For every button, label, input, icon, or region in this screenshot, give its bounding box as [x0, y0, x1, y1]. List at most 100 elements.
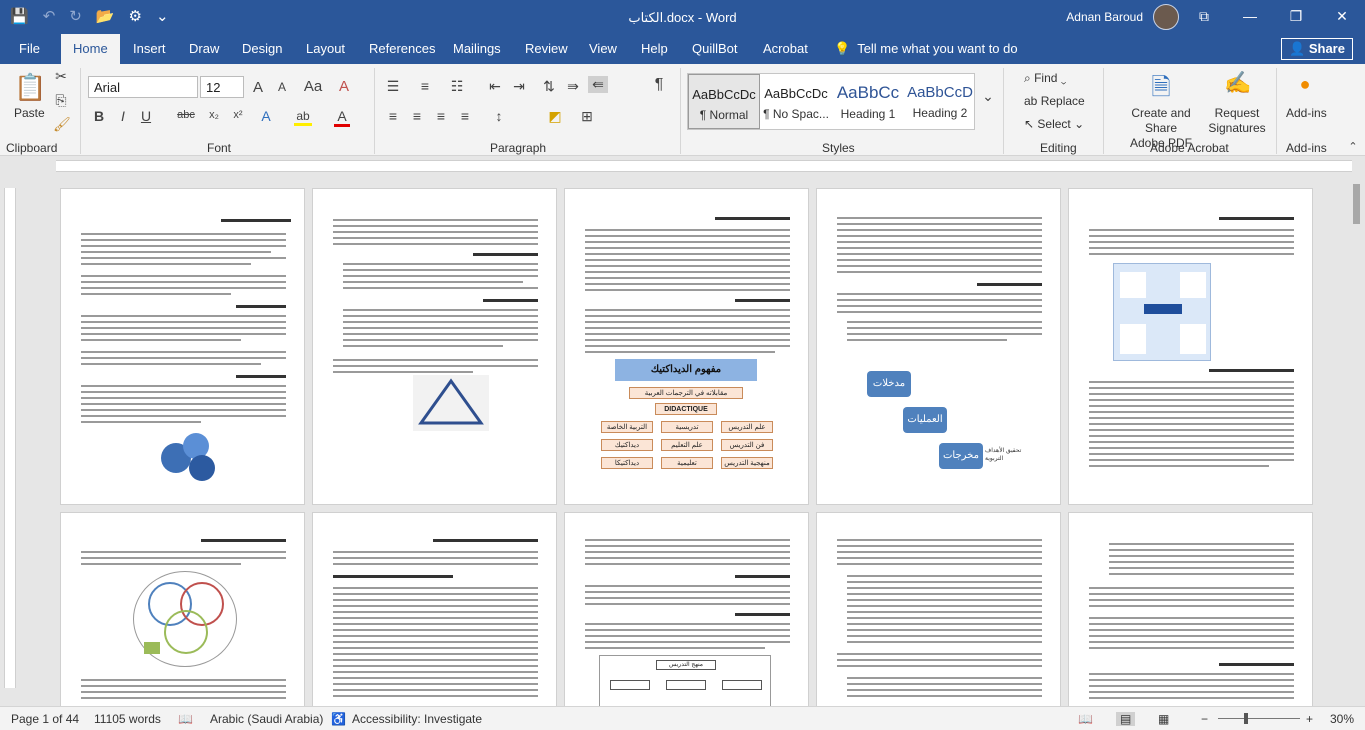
styles-more-icon[interactable]: ⌄ — [980, 88, 996, 105]
tab-home[interactable]: Home — [61, 34, 120, 64]
italic-button[interactable]: I — [116, 108, 130, 124]
style-no-spacing[interactable]: AaBbCcDc ¶ No Spac... — [760, 74, 832, 129]
tab-help[interactable]: Help — [641, 41, 668, 56]
page-7[interactable] — [816, 512, 1061, 706]
page-3[interactable]: مفهوم الديداكتيك مقابلاته في الترجمات ال… — [564, 188, 809, 505]
add-ins-button[interactable]: Add-ins — [1286, 106, 1327, 120]
tab-quillbot[interactable]: QuillBot — [692, 41, 738, 56]
restore-button[interactable]: ❐ — [1273, 0, 1319, 34]
find-button[interactable]: ⌕ Find ⌄ — [1024, 71, 1066, 86]
justify-icon[interactable]: ≡ — [456, 108, 474, 124]
read-mode-icon[interactable]: 📖 — [1078, 712, 1093, 726]
subscript-button[interactable]: x₂ — [205, 109, 223, 121]
word-count[interactable]: 11105 words — [94, 712, 161, 726]
zoom-level[interactable]: 30% — [1330, 712, 1354, 726]
vertical-ruler[interactable] — [0, 176, 18, 706]
show-formatting-icon[interactable]: ¶ — [650, 76, 668, 94]
shading-icon[interactable]: ◩ — [546, 108, 564, 125]
share-button[interactable]: 👤 Share — [1281, 38, 1353, 60]
decrease-indent-icon[interactable]: ⇤ — [486, 78, 504, 95]
tab-mailings[interactable]: Mailings — [453, 41, 501, 56]
format-painter-icon[interactable]: 🖌 — [53, 116, 71, 133]
close-button[interactable]: ✕ — [1319, 0, 1365, 34]
tab-references[interactable]: References — [369, 41, 435, 56]
numbering-icon[interactable]: ≡ — [416, 78, 434, 94]
page-9[interactable] — [312, 512, 557, 706]
rtl-icon[interactable]: ⇚ — [588, 76, 608, 93]
multilevel-list-icon[interactable]: ☷ — [448, 78, 466, 95]
sort-icon[interactable]: ⇅ — [540, 78, 558, 95]
highlight-button[interactable]: ab — [294, 109, 312, 126]
align-left-icon[interactable]: ≡ — [384, 108, 402, 124]
language-status[interactable]: Arabic (Saudi Arabia) — [210, 712, 323, 726]
align-right-icon[interactable]: ≡ — [432, 108, 450, 124]
font-size-box[interactable]: 12 — [200, 76, 244, 98]
style-heading-1[interactable]: AaBbCc Heading 1 — [832, 74, 904, 129]
tab-acrobat[interactable]: Acrobat — [763, 41, 808, 56]
ltr-icon[interactable]: ⇛ — [564, 78, 582, 95]
tab-file[interactable]: File — [19, 41, 40, 56]
minimize-button[interactable]: — — [1227, 0, 1273, 34]
print-layout-icon[interactable]: ▤ — [1116, 712, 1136, 726]
tab-draw[interactable]: Draw — [189, 41, 219, 56]
superscript-button[interactable]: x² — [229, 109, 247, 121]
triangle-diagram — [413, 375, 489, 431]
create-pdf-icon[interactable]: 🗎 — [1148, 70, 1174, 111]
grow-font-icon[interactable]: A — [250, 79, 266, 96]
vertical-scrollbar[interactable] — [1347, 176, 1365, 706]
page-5[interactable] — [60, 188, 305, 505]
bold-button[interactable]: B — [92, 108, 106, 124]
scrollbar-thumb[interactable] — [1353, 184, 1360, 224]
page-6[interactable] — [1068, 512, 1313, 706]
font-color-button[interactable]: A — [334, 108, 350, 127]
font-name-box[interactable]: Arial — [88, 76, 198, 98]
proofing-icon[interactable]: 📖 — [178, 712, 193, 726]
align-center-icon[interactable]: ≡ — [408, 108, 426, 124]
line-spacing-icon[interactable]: ↕ — [490, 108, 508, 124]
underline-button[interactable]: U — [139, 108, 153, 124]
zoom-in-icon[interactable]: + — [1306, 712, 1313, 726]
tab-review[interactable]: Review — [525, 41, 568, 56]
borders-icon[interactable]: ⊞ — [578, 108, 596, 125]
avatar[interactable] — [1153, 4, 1179, 30]
select-button[interactable]: ↖ Select ⌄ — [1024, 117, 1084, 131]
change-case-icon[interactable]: Aa — [302, 78, 324, 95]
zoom-slider[interactable] — [1218, 718, 1300, 719]
user-name[interactable]: Adnan Baroud — [1066, 10, 1143, 24]
tab-layout[interactable]: Layout — [306, 41, 345, 56]
page-1[interactable] — [1068, 188, 1313, 505]
tab-design[interactable]: Design — [242, 41, 282, 56]
collapse-ribbon-icon[interactable]: ⌃ — [1346, 140, 1360, 153]
clear-formatting-icon[interactable]: A — [336, 78, 352, 95]
page-8[interactable]: منهج التدريس — [564, 512, 809, 706]
page-10[interactable] — [60, 512, 305, 706]
page-count[interactable]: Page 1 of 44 — [11, 712, 79, 726]
shrink-font-icon[interactable]: A — [274, 80, 290, 94]
replace-button[interactable]: ab Replace — [1024, 94, 1085, 108]
page-2[interactable]: مدخلات العمليات مخرجات تحقيق الأهداف الت… — [816, 188, 1061, 505]
strikethrough-button[interactable]: abc — [175, 109, 197, 121]
copy-icon[interactable]: ⎘ — [53, 92, 69, 109]
document-canvas[interactable]: مفهوم الديداكتيك مقابلاته في الترجمات ال… — [18, 176, 1347, 706]
paste-button[interactable]: Paste — [14, 106, 45, 120]
ribbon-display-icon[interactable]: ⧉ — [1181, 0, 1227, 34]
zoom-out-icon[interactable]: − — [1201, 712, 1208, 726]
paste-icon[interactable]: 📋 — [14, 72, 46, 106]
cut-icon[interactable]: ✂ — [53, 68, 69, 85]
style-heading-2[interactable]: AaBbCcD Heading 2 — [904, 74, 976, 129]
text-effects-button[interactable]: A — [258, 108, 274, 124]
signature-icon[interactable]: ✍ — [1224, 70, 1251, 96]
accessibility-status[interactable]: Accessibility: Investigate — [352, 712, 482, 726]
tab-insert[interactable]: Insert — [133, 41, 166, 56]
tab-view[interactable]: View — [589, 41, 617, 56]
style-normal[interactable]: AaBbCcDc ¶ Normal — [688, 74, 760, 129]
increase-indent-icon[interactable]: ⇥ — [510, 78, 528, 95]
bullets-icon[interactable]: ☰ — [384, 78, 402, 95]
page-4[interactable] — [312, 188, 557, 505]
zoom-slider-knob[interactable] — [1244, 713, 1248, 724]
tell-me-box[interactable]: 💡 Tell me what you want to do — [834, 41, 1018, 57]
horizontal-ruler[interactable] — [0, 156, 1365, 176]
request-signatures-button[interactable]: Request Signatures — [1206, 106, 1268, 136]
add-ins-icon[interactable]: ● — [1296, 74, 1314, 95]
web-layout-icon[interactable]: ▦ — [1158, 712, 1169, 726]
